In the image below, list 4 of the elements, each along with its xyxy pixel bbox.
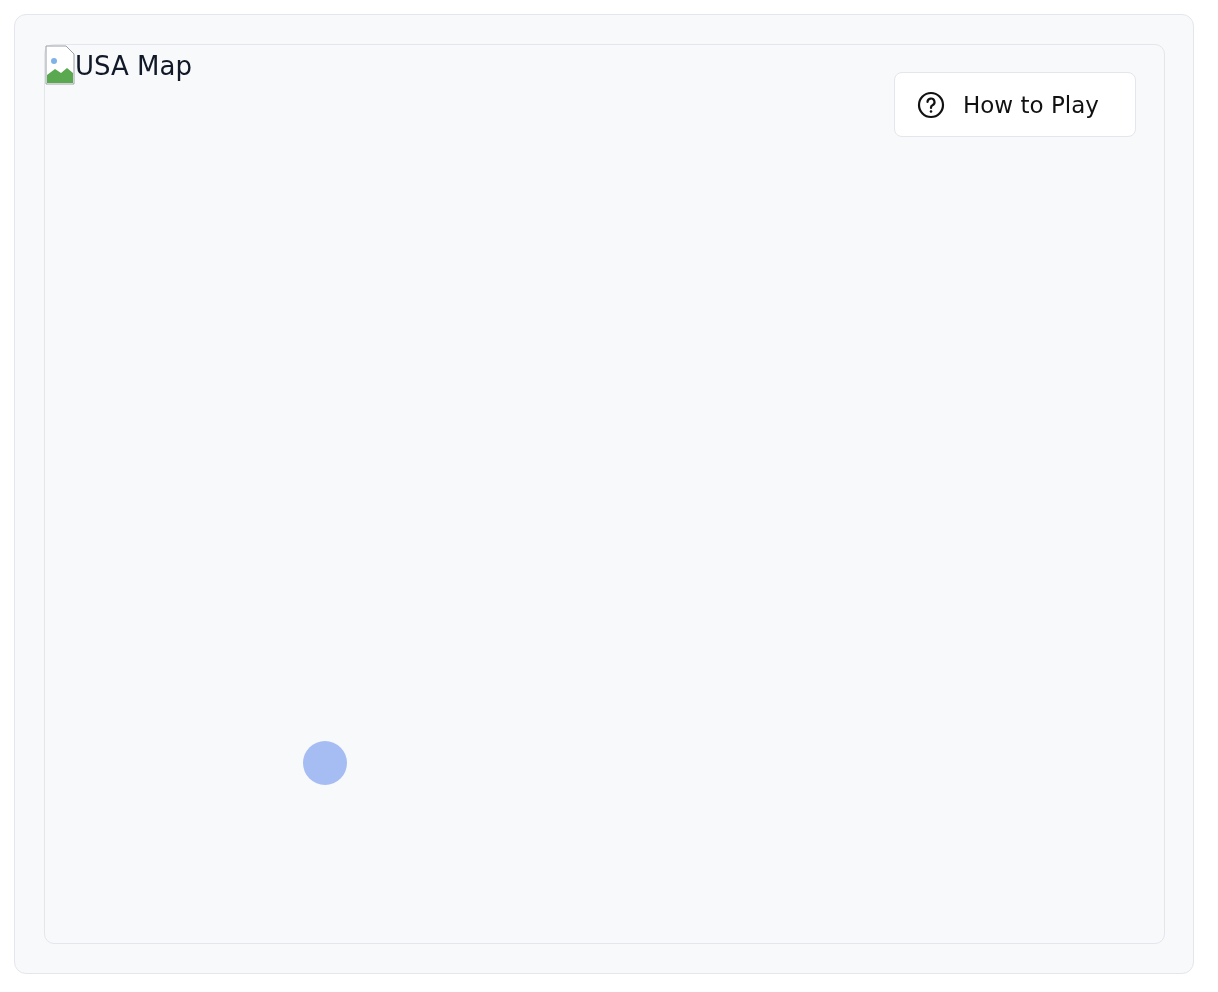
- how-to-play-button[interactable]: How to Play: [894, 72, 1136, 137]
- map-marker: [303, 741, 347, 785]
- help-icon: [917, 90, 945, 119]
- image-alt-text: USA Map: [75, 50, 192, 83]
